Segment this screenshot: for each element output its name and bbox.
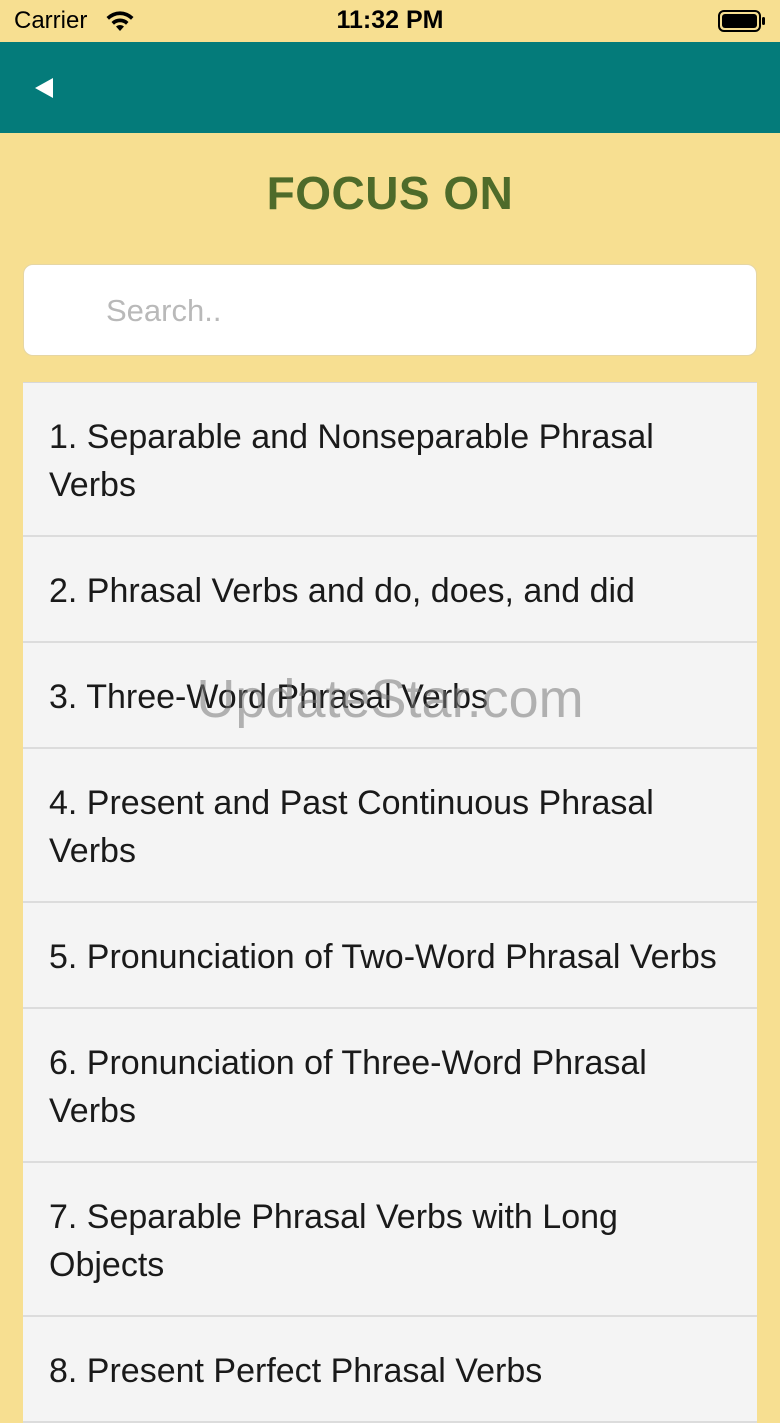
- search-input[interactable]: [106, 285, 736, 337]
- list-item[interactable]: 1. Separable and Nonseparable Phrasal Ve…: [23, 383, 757, 537]
- clock: 11:32 PM: [336, 6, 444, 34]
- search-box[interactable]: [23, 264, 757, 356]
- list-item[interactable]: 3. Three-Word Phrasal Verbs: [23, 643, 757, 749]
- list-item[interactable]: 5. Pronunciation of Two-Word Phrasal Ver…: [23, 903, 757, 1009]
- list-item[interactable]: 8. Present Perfect Phrasal Verbs: [23, 1317, 757, 1423]
- page-title: FOCUS ON: [266, 167, 514, 219]
- list-item[interactable]: 6. Pronunciation of Three-Word Phrasal V…: [23, 1009, 757, 1163]
- topic-list: 1. Separable and Nonseparable Phrasal Ve…: [23, 382, 757, 1423]
- back-triangle-icon: [33, 77, 55, 99]
- back-button[interactable]: [22, 66, 66, 110]
- navigation-bar: [0, 42, 780, 133]
- battery-icon: [718, 9, 766, 33]
- status-bar: Carrier 11:32 PM: [0, 0, 780, 42]
- list-item[interactable]: 4. Present and Past Continuous Phrasal V…: [23, 749, 757, 903]
- list-item[interactable]: 2. Phrasal Verbs and do, does, and did: [23, 537, 757, 643]
- list-item[interactable]: 7. Separable Phrasal Verbs with Long Obj…: [23, 1163, 757, 1317]
